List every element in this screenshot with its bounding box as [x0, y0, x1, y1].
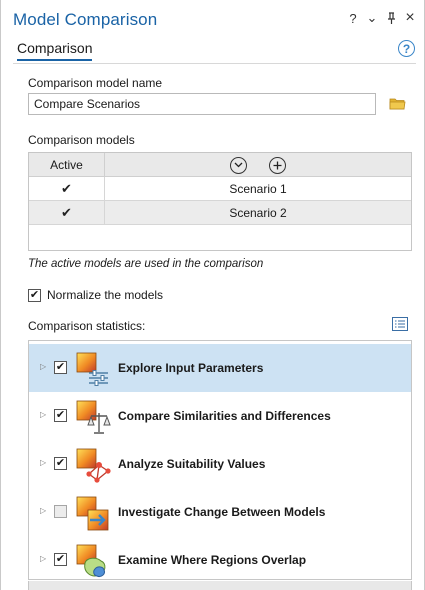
title-bar-controls: ? ⌄ ×: [347, 9, 416, 26]
normalize-label: Normalize the models: [47, 288, 164, 302]
list-scrollbar[interactable]: [28, 581, 412, 590]
normalize-checkbox[interactable]: ✔: [28, 288, 41, 302]
expand-arrow-icon[interactable]: ▷: [40, 362, 46, 371]
statistic-checkbox[interactable]: ✔: [54, 457, 67, 470]
sliders-icon: [76, 352, 108, 386]
expand-arrow-icon[interactable]: ▷: [40, 506, 46, 515]
statistic-checkbox[interactable]: ✔: [54, 361, 67, 374]
comparison-models-table: Active ✔ Scenario 1 ✔ Scenario 2: [28, 152, 412, 251]
expand-arrow-icon[interactable]: ▷: [40, 554, 46, 563]
move-down-button[interactable]: [230, 156, 247, 174]
statistic-checkbox[interactable]: ✔: [54, 553, 67, 566]
active-checkmark-icon[interactable]: ✔: [29, 201, 105, 225]
column-header-active: Active: [29, 153, 105, 177]
overlap-regions-icon: [76, 544, 106, 577]
options-dropdown-button[interactable]: ⌄: [366, 10, 378, 26]
pin-button[interactable]: [385, 10, 397, 26]
comparison-model-name-input[interactable]: [28, 93, 376, 115]
help-menu-button[interactable]: ?: [347, 10, 359, 26]
model-name: Scenario 1: [229, 182, 287, 196]
active-models-note: The active models are used in the compar…: [28, 258, 264, 270]
normalize-checkbox-row[interactable]: ✔ Normalize the models: [28, 288, 163, 302]
statistic-label: Examine Where Regions Overlap: [118, 553, 307, 567]
comparison-models-label: Comparison models: [28, 133, 135, 147]
tab-divider: [13, 63, 416, 64]
statistic-label: Compare Similarities and Differences: [118, 409, 331, 423]
network-icon: [76, 448, 111, 483]
list-item[interactable]: ▷ ✔ Explore Input Parameters: [29, 344, 411, 392]
change-arrow-icon: [76, 496, 109, 531]
list-view-icon[interactable]: [392, 317, 408, 331]
list-item[interactable]: ▷ ✔ Compare Similarities and Differences: [29, 392, 411, 440]
pane-title: Model Comparison: [13, 10, 158, 29]
table-row[interactable]: ✔ Scenario 1: [29, 177, 411, 201]
statistic-label: Analyze Suitability Values: [118, 457, 266, 471]
balance-scale-icon: [76, 400, 111, 434]
model-comparison-pane: Model Comparison ? ⌄ × Comparison ? Comp…: [0, 0, 425, 590]
comparison-statistics-label: Comparison statistics:: [28, 319, 146, 333]
tab-row: Comparison ?: [1, 34, 424, 64]
table-row[interactable]: ✔ Scenario 2: [29, 201, 411, 225]
table-header: Active: [29, 153, 411, 177]
add-model-button[interactable]: [269, 156, 286, 174]
list-item[interactable]: ▷ ✔ Examine Where Regions Overlap: [29, 536, 411, 584]
statistic-label: Investigate Change Between Models: [118, 505, 326, 519]
expand-arrow-icon[interactable]: ▷: [40, 458, 46, 467]
browse-folder-icon[interactable]: [389, 96, 406, 111]
tab-comparison[interactable]: Comparison: [17, 40, 93, 61]
statistic-checkbox[interactable]: ✔: [54, 409, 67, 422]
pin-icon: [387, 11, 395, 24]
close-button[interactable]: ×: [404, 9, 416, 26]
table-header-controls: [105, 153, 411, 177]
chevron-down-icon: [234, 162, 243, 168]
model-name: Scenario 2: [229, 206, 287, 220]
statistic-checkbox[interactable]: [54, 505, 67, 518]
list-item[interactable]: ▷ ✔ Analyze Suitability Values: [29, 440, 411, 488]
list-item[interactable]: ▷ Investigate Change Between Models: [29, 488, 411, 536]
plus-icon: [273, 161, 282, 169]
statistic-label: Explore Input Parameters: [118, 361, 264, 375]
active-checkmark-icon[interactable]: ✔: [29, 177, 105, 201]
comparison-statistics-list: ▷ ✔ Explore Input Parameters ▷ ✔ Compare…: [28, 340, 412, 580]
title-bar: Model Comparison ? ⌄ ×: [1, 0, 424, 34]
expand-arrow-icon[interactable]: ▷: [40, 410, 46, 419]
comparison-model-name-label: Comparison model name: [28, 76, 163, 90]
help-icon[interactable]: ?: [398, 40, 415, 57]
